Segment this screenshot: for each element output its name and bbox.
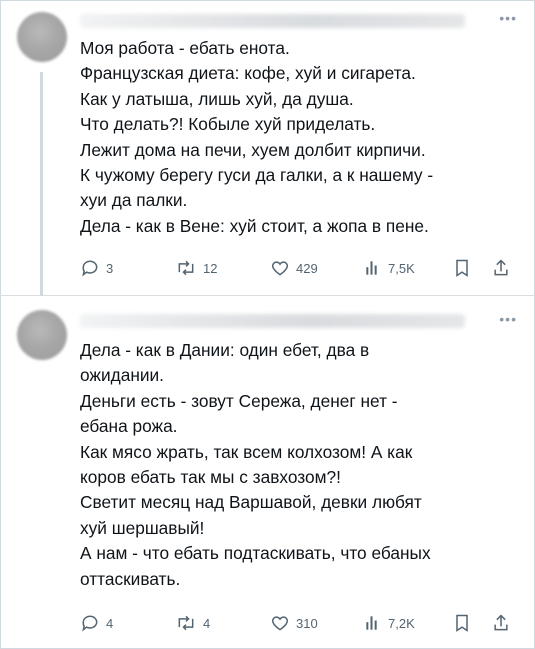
tweet-line: хуй шершавый! bbox=[80, 517, 205, 538]
views-count: 7,2K bbox=[388, 615, 415, 631]
tweet-line: Светит месяц над Варшавой, девки любят bbox=[80, 492, 422, 513]
reply-button[interactable]: 3 bbox=[80, 257, 113, 279]
views-icon bbox=[366, 616, 377, 630]
tweet-actions: 4 4 310 7,2K bbox=[80, 612, 520, 634]
tweet-line: Французская диета: кофе, хуй и сигарета. bbox=[80, 63, 416, 84]
avatar[interactable] bbox=[17, 12, 67, 62]
more-dots-icon[interactable]: ••• bbox=[499, 10, 517, 26]
repost-count: 4 bbox=[203, 615, 211, 631]
author-name-redacted bbox=[80, 314, 465, 328]
views-count: 7,5K bbox=[388, 260, 415, 276]
reply-count: 4 bbox=[106, 615, 114, 631]
reply-count: 3 bbox=[106, 260, 114, 276]
views-button[interactable]: 7,5K bbox=[364, 257, 415, 279]
tweet-line: Дела - как в Дании: один ебет, два в bbox=[80, 340, 370, 360]
tweet-line: ожидании. bbox=[80, 365, 164, 386]
thread-line bbox=[40, 72, 43, 296]
views-icon bbox=[366, 261, 377, 275]
reply-icon bbox=[82, 615, 98, 632]
tweet-line: оттаскивать. bbox=[80, 568, 181, 589]
like-icon bbox=[271, 616, 289, 631]
tweet-line: А нам - что ебать подтаскивать, что ебан… bbox=[80, 543, 431, 564]
avatar[interactable] bbox=[17, 310, 67, 360]
reply-icon bbox=[82, 260, 98, 277]
repost-button[interactable]: 12 bbox=[175, 257, 217, 279]
repost-icon bbox=[178, 615, 194, 631]
bookmark-icon bbox=[456, 614, 468, 632]
repost-icon bbox=[178, 260, 194, 276]
author-name-redacted bbox=[80, 14, 465, 28]
tweet-2[interactable]: ••• Дела - как в Дании: один ебет, два в… bbox=[0, 296, 535, 649]
tweet-line: ебана рожа. bbox=[80, 416, 178, 437]
like-count: 310 bbox=[296, 615, 318, 631]
like-button[interactable]: 310 bbox=[270, 612, 318, 634]
tweet-line: Лежит дома на печи, хуем долбит кирпичи. bbox=[80, 139, 426, 160]
share-button[interactable] bbox=[492, 612, 510, 634]
views-button[interactable]: 7,2K bbox=[364, 612, 415, 634]
tweet-1[interactable]: ••• Моя работа - ебать енота. Французска… bbox=[0, 0, 535, 296]
bookmark-icon bbox=[456, 259, 468, 277]
share-icon bbox=[494, 259, 508, 276]
tweet-line: Как мясо жрать, так всем колхозом! А как bbox=[80, 441, 413, 462]
tweet-line: Что делать?! Кобыле хуй приделать. bbox=[80, 114, 376, 135]
like-count: 429 bbox=[296, 260, 318, 276]
share-icon bbox=[494, 614, 508, 631]
tweet-actions: 3 12 429 7,5K bbox=[80, 257, 520, 279]
tweet-line: Как у латыша, лишь хуй, да душа. bbox=[80, 88, 354, 109]
like-button[interactable]: 429 bbox=[270, 257, 318, 279]
tweet-text: Моя работа - ебать енота. Французская ди… bbox=[80, 36, 520, 239]
more-dots-icon[interactable]: ••• bbox=[499, 311, 517, 327]
repost-button[interactable]: 4 bbox=[175, 612, 210, 634]
bookmark-button[interactable] bbox=[453, 612, 471, 634]
reply-button[interactable]: 4 bbox=[80, 612, 113, 634]
share-button[interactable] bbox=[492, 257, 510, 279]
tweet-line: Моя работа - ебать енота. bbox=[80, 38, 290, 58]
tweet-line: К чужому берегу гуси да галки, а к нашем… bbox=[80, 165, 434, 186]
repost-count: 12 bbox=[203, 260, 218, 276]
tweet-line: Дела - как в Вене: хуй стоит, а жопа в п… bbox=[80, 215, 429, 236]
tweet-line: Деньги есть - зовут Сережа, денег нет - bbox=[80, 390, 398, 411]
tweet-line: коров ебать так мы с завхозом?! bbox=[80, 467, 341, 488]
tweet-line: хуи да палки. bbox=[80, 190, 188, 211]
bookmark-button[interactable] bbox=[453, 257, 471, 279]
tweet-text: Дела - как в Дании: один ебет, два в ожи… bbox=[80, 338, 520, 592]
like-icon bbox=[271, 261, 289, 276]
